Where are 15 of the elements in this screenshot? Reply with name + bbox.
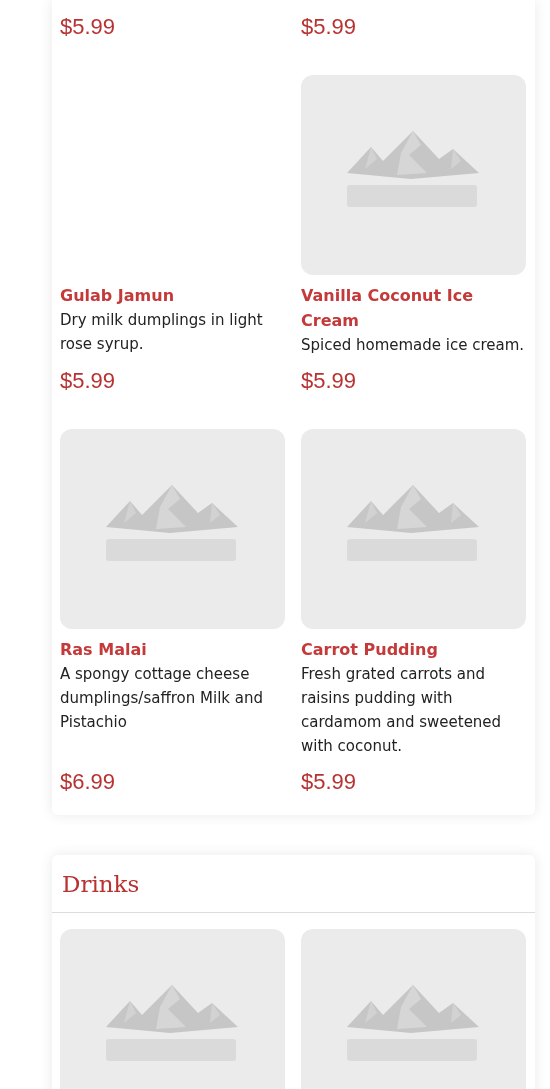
dish-description: A spongy cottage cheese dumplings/saffron Milk and Pistachio xyxy=(60,664,264,733)
dish-description: Fresh grated carrots and raisins pudding with cardamom and sweetened with coconut. xyxy=(301,664,503,757)
dish-price: $5.99 xyxy=(301,768,358,794)
dish-name: Carrot Pudding xyxy=(301,639,439,661)
dish-name: Vanilla Coconut Ice Cream xyxy=(301,285,474,332)
dish-price: $6.99 xyxy=(60,768,117,794)
dish-name: Gulab Jamun xyxy=(60,285,176,307)
dish-description: Dry milk dumplings in light rose syrup. xyxy=(60,310,264,355)
dish-price: $5.99 xyxy=(301,13,358,39)
dish-description: Spiced homemade ice cream. xyxy=(301,335,526,356)
dish-name: Ras Malai xyxy=(60,639,148,661)
section-title: Drinks xyxy=(62,870,140,897)
dish-price: $5.99 xyxy=(60,367,117,393)
dish-price: $5.99 xyxy=(301,367,358,393)
dish-price: $5.99 xyxy=(60,13,117,39)
